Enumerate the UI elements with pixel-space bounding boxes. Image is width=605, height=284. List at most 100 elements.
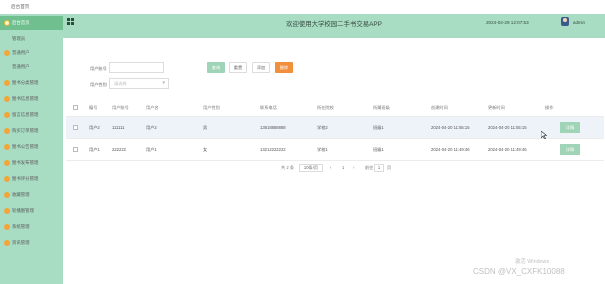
cell-phone: 13818888888 [260,125,286,130]
sidebar-item-label: 图书信息管理 [12,96,39,101]
column-header: 用户账号 [112,105,129,110]
search-button[interactable]: 查询 [207,62,225,73]
sidebar-item-label: 收藏管理 [12,192,30,197]
cell-updated: 2024-04-20 11:49:46 [488,147,527,152]
sidebar-item-label: 轮播图管理 [12,208,34,213]
avatar[interactable] [561,17,569,26]
sidebar-item-book-category[interactable]: 图书分类管理 [0,76,63,90]
reset-button[interactable]: 重置 [229,62,247,73]
sidebar-item-system[interactable]: 系统管理 [0,220,63,234]
folder-icon [4,160,10,166]
sidebar-item-home[interactable]: 后台首页 [0,16,63,30]
sidebar-item-label: 图书发布管理 [12,160,39,165]
column-header: 所属班级 [373,105,390,110]
column-header: 用户名 [146,105,159,110]
sidebar-item-label: 普通用户 [12,64,30,69]
goto-page-input[interactable]: 1 [374,164,384,172]
sidebar-item-label: 普通用户 [12,50,30,55]
folder-icon [4,96,10,102]
column-header: 编号 [89,105,98,110]
sidebar-item-label: 资讯管理 [12,240,30,245]
sidebar-item-label: 图书分类管理 [12,80,39,85]
cell-gender: 女 [203,147,208,152]
folder-icon [4,176,10,182]
column-header: 操作 [545,105,554,110]
sidebar-item-admin[interactable]: 管理员 [0,32,63,46]
top-bar: 欢迎使用大学校园二手书交易APP 2024-04-29 12:07:53 adm… [63,14,605,38]
sidebar-item-book-rating[interactable]: 图书评分管理 [0,172,63,186]
sidebar-item-news[interactable]: 资讯管理 [0,236,63,250]
next-page-button[interactable]: › [353,165,354,170]
sidebar-item-favorites[interactable]: 收藏管理 [0,188,63,202]
account-filter-input[interactable] [109,62,164,73]
folder-icon [4,144,10,150]
cell-account: 222222 [112,147,126,152]
sidebar-item-announcements[interactable]: 图书公告管理 [0,140,63,154]
sidebar-item-carousel[interactable]: 轮播图管理 [0,204,63,218]
sidebar-item-messages[interactable]: 留言信息管理 [0,108,63,122]
gender-filter-label: 用户性别 [90,82,107,87]
column-header: 所在院校 [317,105,334,110]
cell-username: 用户2 [146,125,157,130]
sidebar-item-label: 留言信息管理 [12,112,39,117]
folder-icon [4,224,10,230]
home-icon [4,20,10,26]
folder-icon [4,208,10,214]
windows-activation-watermark: 激活 Windows [515,259,550,265]
row-checkbox[interactable] [73,125,78,130]
page-size-select[interactable]: 10条/页 [299,164,323,172]
sidebar-item-label: 购买订单管理 [12,128,39,133]
sidebar-item-label: 管理员 [12,36,26,41]
cell-updated: 2024-04-20 11:55:15 [488,125,527,130]
sidebar: 后台首页 管理员 普通用户 普通用户 图书分类管理 图书信息管理 留言信息管理 … [0,14,63,284]
cell-school: 学校1 [317,147,328,152]
sidebar-item-label: 图书评分管理 [12,176,39,181]
cell-created: 2024-04-20 11:49:46 [431,147,470,152]
sidebar-item-users[interactable]: 普通用户 [0,60,63,74]
cell-gender: 男 [203,125,208,130]
folder-icon [4,240,10,246]
detail-button[interactable]: 详情 [560,122,580,133]
add-button[interactable]: 添加 [252,62,270,73]
table-row[interactable]: 用户2 111111 用户2 男 13818888888 学校2 班级1 202… [66,117,604,139]
column-header: 更新时间 [488,105,505,110]
cell-account: 111111 [112,125,125,130]
page-unit-label: 页 [387,165,392,170]
cell-school: 学校2 [317,125,328,130]
csdn-watermark: CSDN @VX_CXFK10088 [473,267,565,276]
cell-phone: 13212222222 [260,147,286,152]
column-header: 用户性别 [203,105,220,110]
select-all-checkbox[interactable] [73,105,78,110]
delete-button[interactable]: 删除 [275,62,293,73]
sidebar-item-orders[interactable]: 购买订单管理 [0,124,63,138]
table-row[interactable]: 用户1 222222 用户1 女 13212222222 学校1 班级1 202… [66,139,604,161]
cell-class: 班级1 [373,125,384,130]
main-content [63,38,605,284]
username[interactable]: admin [573,20,585,25]
cell-id: 用户2 [89,125,100,130]
user-icon [4,50,10,56]
folder-icon [4,112,10,118]
detail-button[interactable]: 详情 [560,144,580,155]
datetime: 2024-04-29 12:07:53 [486,20,529,25]
home-link[interactable]: 后台首页 [11,4,29,10]
folder-icon [4,128,10,134]
gender-filter-select[interactable]: 请选择 [109,78,169,89]
pagination-total: 共 2 条 [281,165,295,170]
column-header: 创建时间 [431,105,448,110]
table-header: 编号 用户账号 用户名 用户性别 联系电话 所在院校 所属班级 创建时间 更新时… [66,97,604,117]
column-header: 联系电话 [260,105,277,110]
row-checkbox[interactable] [73,147,78,152]
cell-username: 用户1 [146,147,157,152]
current-page[interactable]: 1 [342,165,344,170]
sidebar-item-book-publish[interactable]: 图书发布管理 [0,156,63,170]
cell-class: 班级1 [373,147,384,152]
sidebar-item-label: 后台首页 [12,20,30,25]
folder-icon [4,80,10,86]
prev-page-button[interactable]: ‹ [330,165,331,170]
sidebar-item-users-group[interactable]: 普通用户 [0,46,63,60]
cell-created: 2024-04-20 11:55:15 [431,125,470,130]
sidebar-item-label: 系统管理 [12,224,30,229]
sidebar-item-book-info[interactable]: 图书信息管理 [0,92,63,106]
sidebar-item-label: 图书公告管理 [12,144,39,149]
